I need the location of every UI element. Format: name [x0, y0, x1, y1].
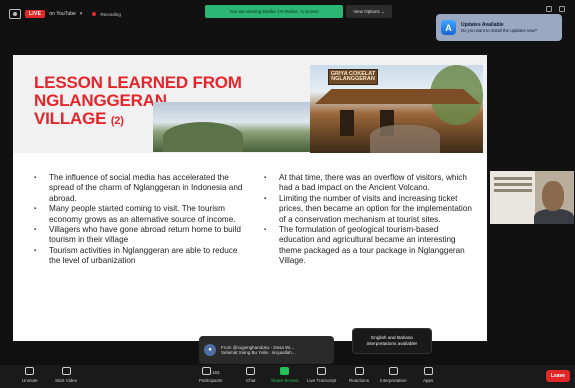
app-store-icon: A	[441, 20, 456, 35]
participants-count: 163	[212, 370, 220, 375]
updates-notification[interactable]: A Updates Available Do you want to insta…	[436, 14, 562, 41]
start-video-label: Start Video	[55, 378, 78, 383]
griya-cokelat-sign: GRIYA COKELAT NGLANGGERAN	[328, 69, 378, 85]
share-screen-icon	[280, 367, 290, 375]
live-destination-label: on YouTube	[49, 11, 76, 17]
background-text-row	[494, 183, 532, 186]
chat-popup-text: From @sugenghandoko - Desa Wi... Selamat…	[221, 345, 295, 355]
fullscreen-icon[interactable]	[559, 6, 565, 12]
shared-slide: LESSON LEARNED FROM NGLANGGERAN VILLAGE …	[13, 55, 487, 341]
bullet-item: Limiting the number of visits and increa…	[263, 194, 473, 225]
interpretation-label: Interpretation	[380, 378, 407, 383]
notification-body: Do you want to install the updates now?	[461, 28, 537, 33]
chat-label: Chat	[246, 378, 256, 383]
chat-bubble-icon	[246, 367, 256, 375]
visitors-group	[370, 125, 440, 153]
participants-label: Participants	[199, 378, 223, 383]
zoom-meeting-window: LIVE on YouTube ▾ Recording You are view…	[0, 0, 575, 388]
slide-title-number: (2)	[110, 115, 124, 127]
microphone-muted-icon	[25, 367, 35, 375]
viewing-screen-banner: You are viewing Dedha T.N Rahar...'s scr…	[205, 5, 343, 18]
participant-face	[542, 181, 564, 211]
bullet-item: The formulation of geological tourism-ba…	[263, 225, 473, 267]
meeting-toolbar: Unmute Start Video 163 Participants Chat…	[0, 365, 575, 388]
building-door	[340, 110, 354, 136]
live-shield-icon	[9, 9, 21, 19]
leave-button[interactable]: Leave	[546, 370, 570, 382]
recording-label: Recording	[100, 11, 121, 17]
chat-message-popup[interactable]: ● From @sugenghandoko - Desa Wi... Selam…	[199, 336, 334, 364]
background-text-row	[494, 177, 532, 180]
griya-cokelat-photo: GRIYA COKELAT NGLANGGERAN	[310, 65, 483, 153]
bullet-item: The influence of social media has accele…	[33, 173, 243, 204]
globe-icon	[388, 367, 398, 375]
share-screen-label: Share Screen	[271, 378, 299, 383]
unmute-button[interactable]: Unmute	[22, 367, 38, 383]
live-badge: LIVE	[25, 10, 46, 18]
live-stream-status[interactable]: LIVE on YouTube ▾ Recording	[9, 9, 121, 19]
notification-text: Updates Available Do you want to install…	[461, 22, 537, 33]
background-screen	[490, 171, 535, 224]
background-text-row	[494, 189, 532, 192]
participant-video-tile[interactable]	[490, 171, 574, 224]
slide-bullet-columns: The influence of social media has accele…	[33, 173, 473, 267]
chat-button[interactable]: Chat	[246, 367, 256, 383]
view-options-button[interactable]: View Options ⌄	[346, 5, 392, 18]
participants-icon	[202, 367, 211, 375]
right-bullet-list: At that time, there was an overflow of v…	[263, 173, 473, 267]
apps-label: Apps	[423, 378, 434, 383]
participant-shirt	[534, 209, 574, 224]
video-off-icon	[61, 367, 71, 375]
smiley-icon	[354, 367, 364, 375]
participants-icon-row: 163	[202, 367, 220, 378]
closed-caption-icon	[317, 367, 327, 375]
interpretation-line2: interpretations available!	[366, 341, 418, 346]
interpretation-button[interactable]: Interpretation	[380, 367, 407, 383]
participants-button[interactable]: 163 Participants	[199, 367, 223, 383]
building-roof	[315, 89, 480, 104]
live-transcript-label: Live Transcript	[307, 378, 337, 383]
avatar: ●	[204, 344, 216, 356]
interpretation-tooltip: English and Bahasa interpretations avail…	[352, 328, 432, 354]
right-column: At that time, there was an overflow of v…	[263, 173, 473, 267]
slide-title-line2: VILLAGE	[34, 109, 107, 128]
chat-popup-message: Selamat Siang Bu Yulie.. insyaallah...	[221, 350, 296, 355]
reactions-button[interactable]: Reactions	[349, 367, 369, 383]
recording-dot-icon	[92, 12, 97, 16]
bullet-item: At that time, there was an overflow of v…	[263, 173, 473, 194]
live-transcript-button[interactable]: Live Transcript	[307, 367, 336, 383]
window-controls	[546, 6, 565, 12]
start-video-button[interactable]: Start Video	[55, 367, 77, 383]
left-bullet-list: The influence of social media has accele…	[33, 173, 243, 267]
slide-header: LESSON LEARNED FROM NGLANGGERAN VILLAGE …	[13, 55, 487, 153]
left-column: The influence of social media has accele…	[33, 173, 243, 267]
reactions-label: Reactions	[349, 378, 370, 383]
hill-shape	[163, 122, 243, 152]
chevron-down-icon[interactable]: ▾	[80, 11, 83, 17]
bullet-item: Villagers who have gone abroad return ho…	[33, 225, 243, 246]
volcano-landscape-photo	[153, 102, 312, 152]
apps-grid-icon	[423, 367, 433, 375]
bullet-item: Tourism activities in Nglanggeran are ab…	[33, 246, 243, 267]
apps-button[interactable]: Apps	[423, 367, 433, 383]
view-layout-icon[interactable]	[546, 6, 552, 12]
unmute-label: Unmute	[22, 378, 38, 383]
share-screen-button[interactable]: Share Screen	[271, 367, 299, 383]
bullet-item: Many people started coming to visit. The…	[33, 204, 243, 225]
